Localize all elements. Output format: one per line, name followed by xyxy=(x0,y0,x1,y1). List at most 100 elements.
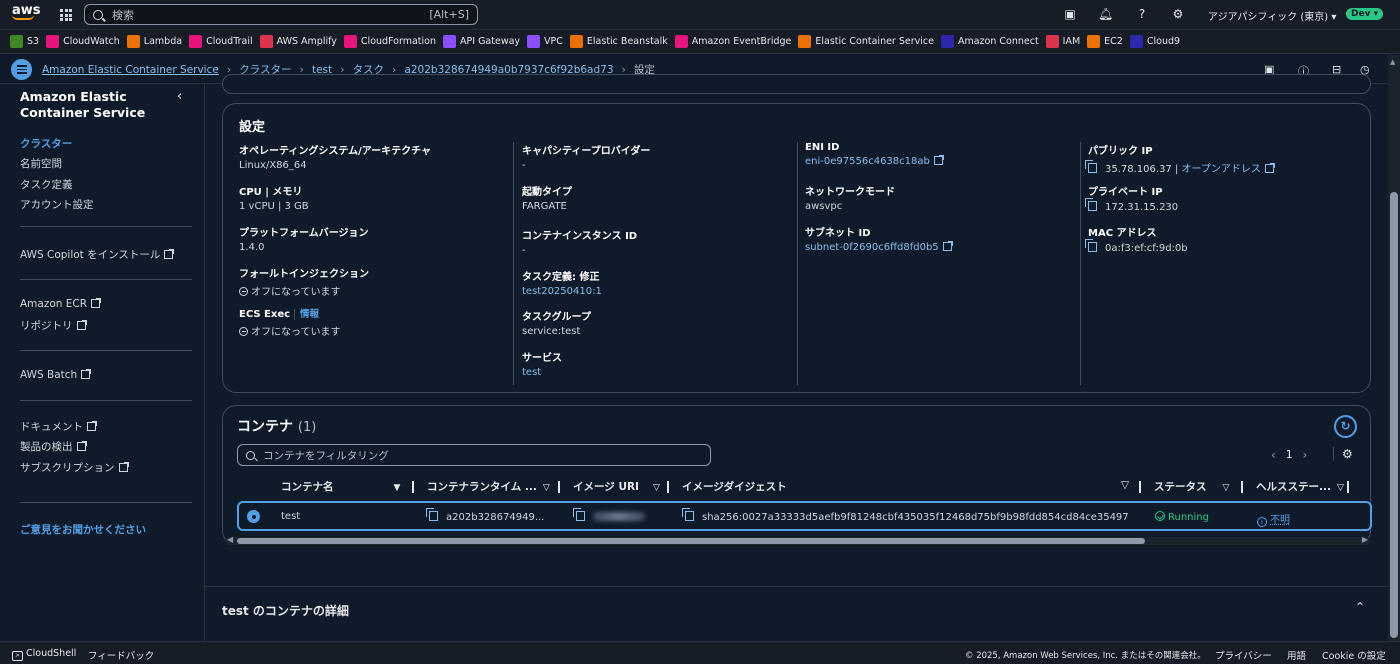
favorite-5[interactable]: CloudFormation xyxy=(343,35,436,48)
favorite-3[interactable]: CloudTrail xyxy=(189,35,253,48)
cloudshell-icon[interactable]: ▣ xyxy=(1063,7,1077,21)
close-sidebar-icon[interactable]: ‹ xyxy=(177,89,182,104)
feedback-link[interactable]: ご意見をお聞かせください xyxy=(20,522,146,537)
copy-icon[interactable] xyxy=(682,508,694,521)
sort-icon[interactable]: ▽ xyxy=(1337,483,1344,493)
services-grid-icon[interactable] xyxy=(60,9,72,21)
public-ip-field: パブリック IP 35.78.106.37 | オープンアドレス xyxy=(1085,142,1358,175)
chevron-right-icon[interactable]: › xyxy=(1303,448,1308,462)
scroll-up-icon[interactable]: ▲ xyxy=(1390,58,1395,66)
horizontal-scrollbar[interactable]: ◀ ▶ xyxy=(225,535,1370,545)
column-header-image-digest[interactable]: イメージダイジェスト xyxy=(682,479,787,494)
favorite-0[interactable]: S3 xyxy=(10,35,39,48)
scrollbar-thumb[interactable] xyxy=(1390,192,1398,638)
copy-icon[interactable] xyxy=(426,508,438,521)
column-header-health[interactable]: ヘルスステー... ▽ xyxy=(1256,479,1344,494)
refresh-button[interactable]: ↻ xyxy=(1334,415,1357,438)
chevron-up-icon[interactable]: ⌃ xyxy=(1355,600,1365,614)
sort-icon[interactable]: ▽ xyxy=(1223,483,1230,493)
favorite-7[interactable]: VPC xyxy=(527,35,563,48)
bell-icon[interactable]: 🔔︎ xyxy=(1098,7,1113,21)
sidebar-item-copilot[interactable]: AWS Copilot をインストール xyxy=(20,247,175,262)
scroll-right-icon[interactable]: ▶ xyxy=(1362,535,1368,544)
aws-logo[interactable]: aws xyxy=(12,4,41,20)
favorite-10[interactable]: Elastic Container Service xyxy=(798,35,934,48)
favorite-2[interactable]: Lambda xyxy=(126,35,182,48)
copy-icon[interactable] xyxy=(1085,239,1097,252)
favorite-12[interactable]: IAM xyxy=(1045,35,1080,48)
column-header-status[interactable]: ステータス ▽ xyxy=(1154,479,1229,494)
eni-link[interactable]: eni-0e97556c4638c18ab xyxy=(805,155,1075,167)
info-link[interactable]: 情報 xyxy=(294,309,320,320)
sort-icon[interactable]: ▽ xyxy=(543,483,550,493)
divider xyxy=(20,400,192,401)
column-resizer[interactable] xyxy=(1139,481,1141,493)
column-resizer[interactable] xyxy=(558,481,560,493)
private-ip-field: プライベート IP 172.31.15.230 xyxy=(1085,183,1358,213)
favorite-8[interactable]: Elastic Beanstalk xyxy=(569,35,668,48)
sidebar-item-product-discovery[interactable]: 製品の検出 xyxy=(20,439,87,454)
sidebar-item-clusters[interactable]: クラスター xyxy=(20,136,72,151)
favorite-13[interactable]: EC2 xyxy=(1087,35,1123,48)
task-definition-link[interactable]: test20250410:1 xyxy=(522,286,792,297)
sidebar-item-repositories[interactable]: リポジトリ xyxy=(20,318,87,333)
region-selector[interactable]: アジアパシフィック (東京) ▾ xyxy=(1208,8,1336,23)
column-header-name[interactable]: コンテナ名 ▼ xyxy=(281,479,400,494)
copy-icon[interactable] xyxy=(573,508,585,521)
favorite-11[interactable]: Amazon Connect xyxy=(940,35,1039,48)
cookie-settings-link[interactable]: Cookie の設定 xyxy=(1322,648,1386,662)
column-resizer[interactable] xyxy=(667,481,669,493)
sidebar-item-namespaces[interactable]: 名前空間 xyxy=(20,156,62,171)
scrollbar-thumb[interactable] xyxy=(237,538,1145,544)
favorite-9[interactable]: Amazon EventBridge xyxy=(674,35,791,48)
menu-icon[interactable] xyxy=(11,59,32,80)
terms-link[interactable]: 用語 xyxy=(1287,648,1306,662)
sort-icon[interactable]: ▽ xyxy=(653,483,660,493)
favorite-4[interactable]: AWS Amplify xyxy=(259,35,337,48)
vertical-scrollbar[interactable]: ▲ ▼ xyxy=(1388,55,1400,641)
help-icon[interactable]: ? xyxy=(1135,7,1149,21)
sidebar-item-subscriptions[interactable]: サブスクリプション xyxy=(20,460,129,475)
favorite-label: CloudTrail xyxy=(206,36,253,47)
favorite-1[interactable]: CloudWatch xyxy=(46,35,120,48)
favorite-6[interactable]: API Gateway xyxy=(443,35,520,48)
search-input[interactable]: 検索 [Alt+S] xyxy=(84,4,478,25)
container-filter-input[interactable]: コンテナをフィルタリング xyxy=(237,444,711,466)
table-row[interactable]: test a202b328674949... sha256:0027a33333… xyxy=(237,501,1372,531)
column-resizer[interactable] xyxy=(1347,481,1349,493)
sidebar-item-account-settings[interactable]: アカウント設定 xyxy=(20,197,94,212)
service-link[interactable]: test xyxy=(522,367,792,378)
sidebar-item-batch[interactable]: AWS Batch xyxy=(20,369,92,381)
sort-down-icon[interactable]: ▼ xyxy=(394,483,401,493)
page-number[interactable]: 1 xyxy=(1286,449,1293,461)
gear-icon[interactable]: ⚙ xyxy=(1171,7,1185,21)
column-header-image-uri[interactable]: イメージ URI ▽ xyxy=(573,479,660,494)
scroll-down-icon[interactable]: ▼ xyxy=(1390,629,1395,637)
scroll-left-icon[interactable]: ◀ xyxy=(227,535,233,544)
cloudshell-button[interactable]: > CloudShell xyxy=(12,648,76,661)
breadcrumb-ecs[interactable]: Amazon Elastic Container Service xyxy=(42,64,219,76)
sidebar-title[interactable]: Amazon Elastic Container Service xyxy=(20,89,160,121)
sidebar-item-ecr[interactable]: Amazon ECR xyxy=(20,298,102,310)
sidebar-item-documentation[interactable]: ドキュメント xyxy=(20,419,97,434)
row-select-radio[interactable] xyxy=(247,510,260,523)
divider xyxy=(20,502,192,503)
health-status-link[interactable]: i 不明 xyxy=(1257,511,1290,527)
table-settings-icon[interactable]: ⚙ xyxy=(1333,447,1353,461)
sort-icon[interactable]: ▽ xyxy=(1121,479,1129,491)
column-header-runtime[interactable]: コンテナランタイム ... ▽ xyxy=(427,479,550,494)
copy-icon[interactable] xyxy=(1085,198,1097,211)
favorite-14[interactable]: Cloud9 xyxy=(1129,35,1180,48)
open-address-link[interactable]: オープンアドレス xyxy=(1182,163,1275,175)
privacy-link[interactable]: プライバシー xyxy=(1215,648,1272,662)
column-resizer[interactable] xyxy=(1241,481,1243,493)
service-icon xyxy=(674,35,688,48)
chevron-left-icon[interactable]: ‹ xyxy=(1271,448,1276,462)
sidebar-item-task-definitions[interactable]: タスク定義 xyxy=(20,177,73,192)
subnet-link[interactable]: subnet-0f2690c6ffd8fd0b5 xyxy=(805,241,1075,253)
column-header-label: コンテナ名 xyxy=(281,481,334,493)
account-badge[interactable]: Dev ▾ xyxy=(1346,8,1384,20)
feedback-button[interactable]: フィードバック xyxy=(88,648,154,662)
copy-icon[interactable] xyxy=(1085,160,1097,173)
column-resizer[interactable] xyxy=(412,481,414,493)
